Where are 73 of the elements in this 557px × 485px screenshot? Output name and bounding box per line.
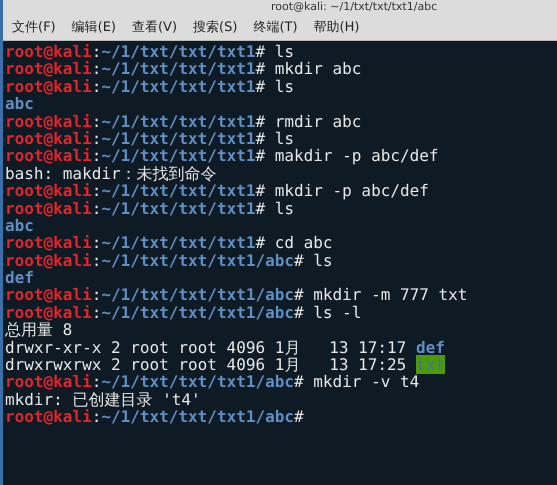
prompt-user: root@kali bbox=[5, 372, 92, 392]
prompt-user: root@kali bbox=[5, 407, 92, 426]
prompt-path: ~/1/txt/txt/txt1/abc bbox=[101, 285, 294, 304]
terminal-text: drwxrwxrwx 2 root root 4096 1月 13 17:25 bbox=[5, 355, 408, 374]
prompt-user: root@kali bbox=[5, 76, 92, 96]
prompt-path: ~/1/txt/txt/txt1/abc bbox=[101, 302, 294, 322]
terminal-text: # ls bbox=[255, 42, 294, 61]
prompt-user: root@kali bbox=[5, 285, 92, 304]
directory-name: abc bbox=[5, 94, 34, 114]
menu-item[interactable]: 搜索(S) bbox=[193, 18, 238, 36]
terminal-text: : bbox=[92, 372, 102, 392]
window-title: root@kali: ~/1/txt/txt/txt1/abc bbox=[271, 1, 438, 13]
terminal-text: # mkdir -p abc/def bbox=[255, 181, 429, 200]
prompt-path: ~/1/txt/txt/txt1 bbox=[101, 112, 256, 131]
directory-name: txt bbox=[416, 355, 445, 374]
prompt-path: ~/1/txt/txt/txt1/abc bbox=[101, 407, 294, 426]
terminal-text: # cd abc bbox=[255, 233, 333, 252]
prompt-path: ~/1/txt/txt/txt1/abc bbox=[101, 372, 294, 392]
prompt-path: ~/1/txt/txt/txt1/abc bbox=[101, 250, 294, 270]
terminal-text: # ls bbox=[294, 250, 333, 270]
terminal-text: # mkdir abc bbox=[255, 59, 362, 78]
terminal-text: mkdir: 已创建目录 't4' bbox=[5, 390, 201, 409]
prompt-path: ~/1/txt/txt/txt1 bbox=[101, 42, 256, 61]
terminal-text: : bbox=[92, 285, 102, 304]
menu-item[interactable]: 查看(V) bbox=[132, 18, 178, 36]
prompt-user: root@kali bbox=[5, 302, 92, 322]
terminal-text: # mkdir -v t4 bbox=[294, 372, 420, 392]
terminal-text: 总用量 8 bbox=[5, 320, 72, 340]
prompt-user: root@kali bbox=[5, 233, 92, 252]
terminal-text: : bbox=[92, 181, 102, 200]
terminal-text: # bbox=[294, 407, 304, 426]
terminal-text: # ls bbox=[255, 76, 294, 96]
terminal-text: # rmdir abc bbox=[255, 112, 362, 131]
terminal-text: : bbox=[92, 250, 102, 270]
terminal-text: # makdir -p abc/def bbox=[255, 146, 438, 166]
menu-item[interactable]: 编辑(E) bbox=[72, 18, 116, 36]
terminal-text: # ls bbox=[255, 128, 294, 148]
directory-name: abc bbox=[5, 216, 34, 235]
directory-name: def bbox=[416, 338, 445, 357]
prompt-path: ~/1/txt/txt/txt1 bbox=[101, 181, 256, 200]
terminal-text: : bbox=[92, 302, 102, 322]
terminal-text: : bbox=[92, 407, 102, 426]
terminal-text: : bbox=[92, 128, 102, 148]
prompt-path: ~/1/txt/txt/txt1 bbox=[101, 76, 256, 96]
terminal-text: : bbox=[92, 76, 102, 96]
terminal-text: : bbox=[92, 233, 102, 252]
menu-item[interactable]: 终端(T) bbox=[253, 18, 298, 36]
prompt-user: root@kali bbox=[5, 42, 92, 61]
prompt-user: root@kali bbox=[5, 128, 92, 148]
terminal-text: # ls -l bbox=[294, 302, 362, 322]
prompt-path: ~/1/txt/txt/txt1 bbox=[101, 198, 256, 218]
prompt-user: root@kali bbox=[5, 112, 92, 131]
menu-item[interactable]: 文件(F) bbox=[12, 18, 56, 36]
prompt-user: root@kali bbox=[5, 59, 92, 78]
terminal-text: bash: makdir：未找到命令 bbox=[5, 164, 217, 183]
terminal-text: : bbox=[92, 146, 102, 166]
directory-name: def bbox=[5, 268, 34, 288]
prompt-path: ~/1/txt/txt/txt1 bbox=[101, 146, 256, 166]
terminal-text: : bbox=[92, 59, 102, 78]
terminal-text: : bbox=[92, 198, 102, 218]
terminal-text: # mkdir -m 777 txt bbox=[294, 285, 468, 304]
terminal-text: : bbox=[92, 42, 102, 61]
prompt-user: root@kali bbox=[5, 181, 92, 200]
prompt-path: ~/1/txt/txt/txt1 bbox=[101, 233, 256, 252]
prompt-user: root@kali bbox=[5, 198, 92, 218]
terminal-text: # ls bbox=[255, 198, 294, 218]
prompt-path: ~/1/txt/txt/txt1 bbox=[101, 128, 256, 148]
terminal-text: : bbox=[92, 112, 102, 131]
prompt-user: root@kali bbox=[5, 146, 92, 166]
terminal-text: drwxr-xr-x 2 root root 4096 1月 13 17:17 bbox=[5, 338, 408, 357]
menu-item[interactable]: 帮助(H) bbox=[314, 18, 360, 36]
prompt-user: root@kali bbox=[5, 250, 92, 270]
prompt-path: ~/1/txt/txt/txt1 bbox=[101, 59, 256, 78]
